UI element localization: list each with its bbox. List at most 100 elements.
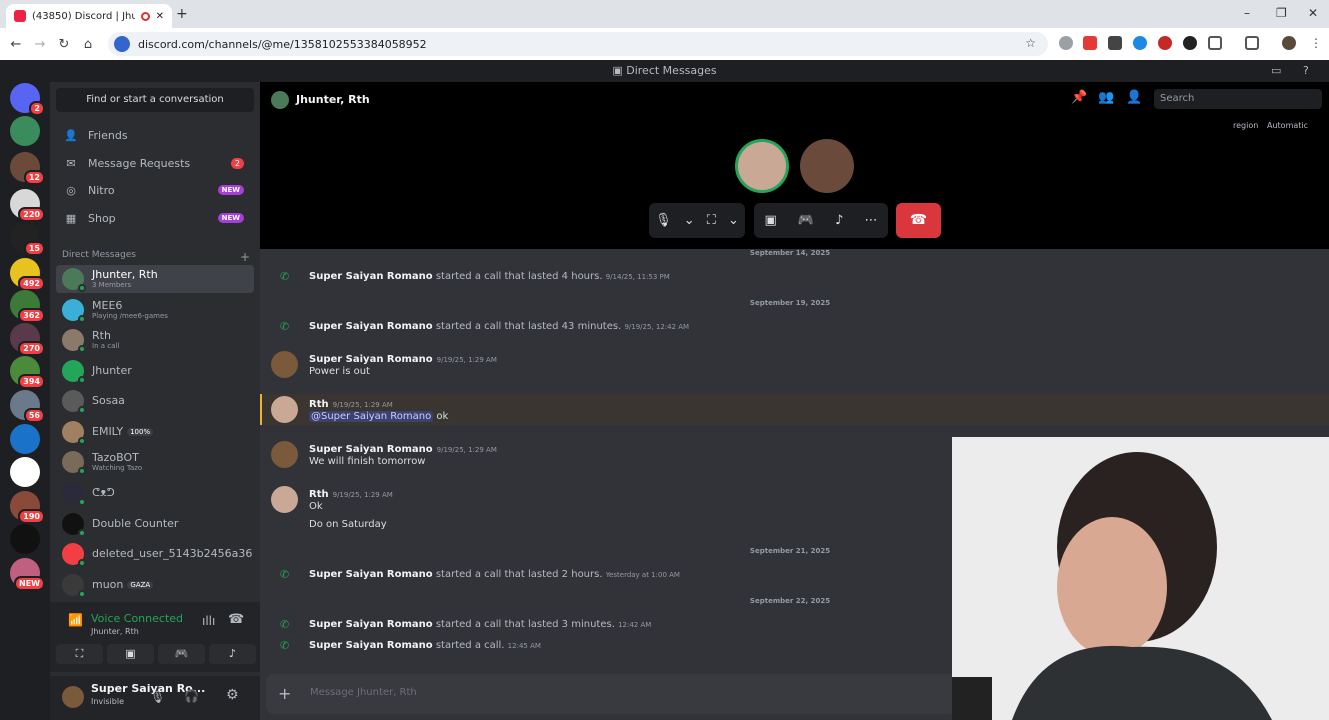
author-name[interactable]: Super Saiyan Romano [309,569,433,580]
microphone-icon[interactable]: 🎙 [655,213,672,228]
server-icon[interactable] [10,116,40,146]
close-window-button[interactable]: ✕ [1308,6,1318,20]
author-name[interactable]: Rth [309,489,329,500]
participant-avatar[interactable] [735,139,789,193]
voice-channel[interactable]: Jhunter, Rth [91,627,139,636]
server-icon[interactable]: 270 [10,323,45,356]
back-icon[interactable]: ← [4,37,28,52]
extension-icon[interactable] [1059,36,1073,50]
activity-button[interactable]: 🎮 [158,644,205,664]
members-icon[interactable]: 👤 [1126,90,1142,105]
adblock-icon[interactable] [1083,36,1097,50]
server-icon[interactable]: 2 [10,83,45,116]
shield-icon[interactable] [1183,36,1197,50]
menu-kebab-icon[interactable]: ⋮ [1310,36,1322,50]
screen-share-button[interactable]: ▣ [107,644,154,664]
nav-shop[interactable]: ▦ Shop NEW [56,205,254,231]
server-icon[interactable]: 394 [10,356,45,389]
help-icon[interactable]: ? [1303,60,1309,82]
inbox-icon[interactable]: ▭ [1271,60,1281,82]
sidebar-panel-icon[interactable] [1245,36,1259,50]
server-icon[interactable]: NEW [10,558,45,591]
gamepad-icon[interactable]: 🎮 [798,213,814,228]
author-name[interactable]: Super Saiyan Romano [309,640,433,651]
server-icon[interactable] [10,424,40,454]
end-call-button[interactable]: ☎ [896,203,941,238]
dm-item[interactable]: Jhunter [56,357,254,385]
home-icon[interactable]: ⌂ [76,37,100,52]
find-conversation-button[interactable]: Find or start a conversation [56,88,254,112]
soundboard-icon[interactable]: ♪ [835,213,843,228]
camera-toggle-button[interactable]: ⛶ [56,644,103,664]
settings-gear-icon[interactable]: ⚙ [226,687,239,703]
pin-icon[interactable]: 📌 [1071,90,1087,105]
nav-nitro[interactable]: ◎ Nitro NEW [56,177,254,203]
dm-item[interactable]: Rth In a call [56,326,254,354]
author-name[interactable]: Super Saiyan Romano [309,619,433,630]
browser-tab[interactable]: (43850) Discord | Jhunter, R ✕ [6,4,172,28]
puzzle-extensions-icon[interactable] [1208,36,1222,50]
server-icon[interactable]: 15 [10,223,45,256]
dm-item[interactable]: Sosaa [56,387,254,415]
dm-item[interactable]: TazoBOT Watching Tazo [56,448,254,476]
participant-avatar[interactable] [800,139,854,193]
server-icon[interactable]: 362 [10,290,45,323]
author-name[interactable]: Super Saiyan Romano [309,444,433,455]
server-icon[interactable]: 220 [10,189,45,222]
server-icon[interactable] [10,524,40,554]
noise-suppression-icon[interactable]: ıllı [202,614,215,628]
camera-off-icon[interactable]: ⛶ [707,213,716,228]
extension-icon[interactable] [1158,36,1172,50]
avatar[interactable] [271,396,298,423]
site-info-icon[interactable] [114,36,130,52]
minimize-button[interactable]: – [1244,6,1250,20]
author-name[interactable]: Super Saiyan Romano [309,354,433,365]
dm-item[interactable]: muon GAZA [56,571,254,599]
attach-plus-icon[interactable]: + [278,684,291,703]
avatar[interactable] [271,351,298,378]
user-mention[interactable]: @Super Saiyan Romano [309,411,434,422]
add-friends-icon[interactable]: 👥 [1098,90,1114,105]
dm-item[interactable]: Jhunter, Rth 3 Members [56,265,254,293]
maximize-button[interactable]: ❐ [1276,6,1287,20]
dm-item[interactable]: ᕦᴥᕤ [56,479,254,507]
reload-icon[interactable]: ↻ [52,37,76,52]
voice-status[interactable]: Voice Connected [91,612,183,625]
avatar[interactable] [62,686,84,708]
headphones-icon[interactable]: 🎧 [184,689,199,703]
close-tab-icon[interactable]: ✕ [156,11,164,22]
soundboard-button[interactable]: ♪ [209,644,256,664]
microphone-icon[interactable]: 🎙 [150,690,165,704]
region-select[interactable]: Automatic [1267,121,1308,130]
dm-item[interactable]: EMILY 100% [56,418,254,446]
server-icon[interactable]: 190 [10,491,45,524]
disconnect-icon[interactable]: ☎ [228,612,244,627]
create-dm-button[interactable]: + [240,250,250,264]
more-icon[interactable]: ⋯ [864,213,877,228]
address-bar[interactable]: discord.com/channels/@me/135810255338405… [108,32,1048,56]
chevron-down-icon[interactable]: ⌄ [728,213,739,228]
dm-item[interactable]: MEE6 Playing /mee6-games [56,296,254,324]
server-icon[interactable]: 492 [10,258,45,291]
extension-icon[interactable] [1133,36,1147,50]
message-composer[interactable]: + Message Jhunter, Rth [266,674,956,714]
nav-message-requests[interactable]: ✉ Message Requests 2 [56,150,254,176]
chevron-down-icon[interactable]: ⌄ [684,213,695,228]
new-tab-button[interactable]: + [176,6,188,22]
avatar[interactable] [271,441,298,468]
forward-icon[interactable]: → [28,37,52,52]
nav-friends[interactable]: 👤 Friends [56,122,254,148]
search-input[interactable]: Search [1154,89,1322,109]
server-icon[interactable] [10,457,40,487]
author-name[interactable]: Super Saiyan Romano [309,271,433,282]
avatar[interactable] [271,486,298,513]
server-icon[interactable]: 56 [10,390,45,423]
dm-item[interactable]: deleted_user_5143b2456a36 [56,540,254,568]
author-name[interactable]: Super Saiyan Romano [309,321,433,332]
extension-icon[interactable] [1108,36,1122,50]
profile-avatar[interactable] [1282,36,1296,50]
dm-item[interactable]: Double Counter [56,510,254,538]
author-name[interactable]: Rth [309,399,329,410]
server-icon[interactable]: 12 [10,152,45,185]
screen-share-icon[interactable]: ▣ [765,213,777,228]
